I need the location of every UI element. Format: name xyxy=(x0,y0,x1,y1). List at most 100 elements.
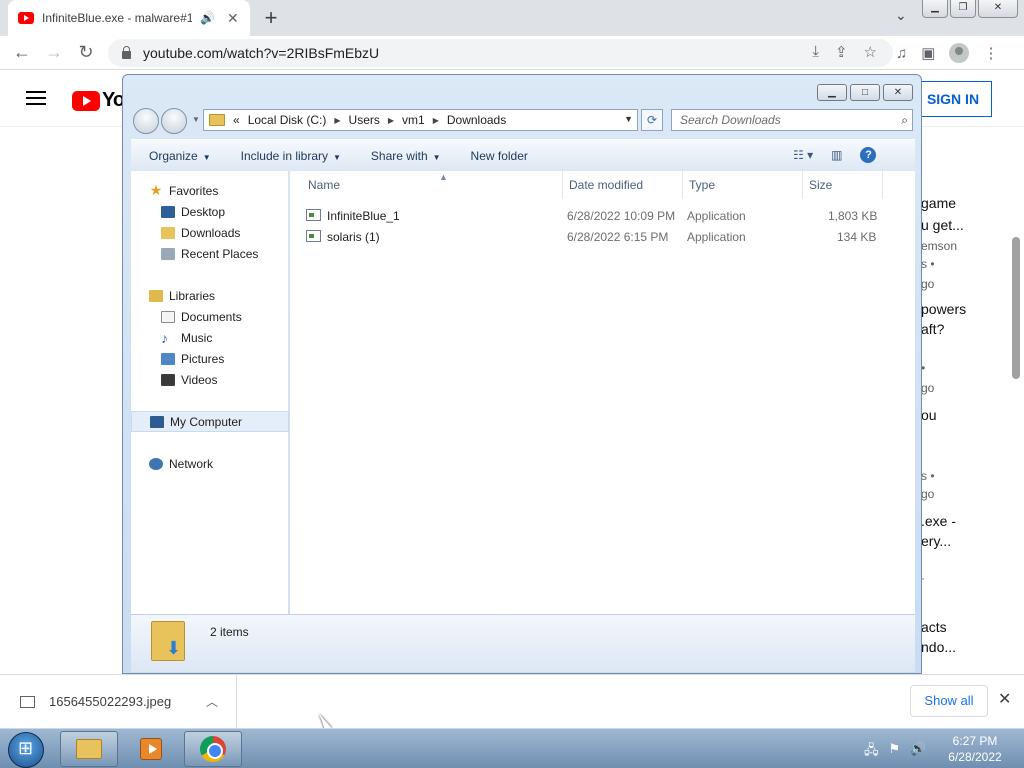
refresh-icon[interactable]: ⟳ xyxy=(641,109,663,131)
address-dropdown-icon[interactable]: ▼ xyxy=(624,114,633,124)
minimize-button[interactable]: ▁ xyxy=(922,0,948,18)
chevron-up-icon[interactable]: ︿ xyxy=(206,693,218,710)
browser-tab[interactable]: InfiniteBlue.exe - malware#1 🔊 ✕ xyxy=(8,0,250,36)
file-size: 1,803 KB xyxy=(828,209,878,223)
share-icon[interactable]: ⇪ xyxy=(835,43,848,61)
nav-my-computer[interactable]: My Computer xyxy=(131,411,289,432)
lock-icon[interactable] xyxy=(122,46,131,59)
nav-libraries[interactable]: Libraries xyxy=(131,285,289,306)
video-title-fragment[interactable]: .exe - xyxy=(921,513,956,529)
breadcrumb-downloads[interactable]: Downloads xyxy=(447,113,506,127)
application-icon xyxy=(306,230,321,242)
new-tab-button[interactable]: + xyxy=(259,5,283,31)
video-title-fragment[interactable]: powers xyxy=(921,301,966,317)
system-clock[interactable]: 6:27 PM 6/28/2022 xyxy=(940,733,1010,765)
nav-downloads-label: Downloads xyxy=(181,225,241,240)
star-icon: ★ xyxy=(149,182,163,198)
search-icon[interactable]: ⌕ xyxy=(901,110,908,130)
address-bar[interactable]: youtube.com/watch?v=2RIBsFmEbzU ⤓ ⇪ ☆ xyxy=(108,39,893,67)
breadcrumb-users[interactable]: Users xyxy=(349,113,380,127)
install-app-icon[interactable]: ⤓ xyxy=(812,43,819,61)
back-arrow-icon[interactable]: ← xyxy=(11,42,33,63)
explorer-minimize-button[interactable]: ▁ xyxy=(817,84,847,101)
nav-recent-places[interactable]: Recent Places xyxy=(131,243,289,264)
nav-documents[interactable]: Documents xyxy=(131,306,289,327)
menu-kebab-icon[interactable]: ⋮ xyxy=(983,44,998,62)
column-header-type[interactable]: Type xyxy=(683,171,803,199)
recent-places-icon xyxy=(161,247,175,260)
column-header-name[interactable]: Name ▲ xyxy=(302,171,563,199)
video-meta-fragment: s • xyxy=(921,469,935,483)
explorer-back-button[interactable] xyxy=(133,108,159,134)
restore-button[interactable]: ❐ xyxy=(950,0,976,18)
new-folder-button[interactable]: New folder xyxy=(471,149,528,163)
side-panel-icon[interactable]: ▣ xyxy=(921,44,935,62)
nav-videos[interactable]: Videos xyxy=(131,369,289,390)
file-name: solaris (1) xyxy=(327,230,380,244)
file-row-infiniteblue[interactable]: InfiniteBlue_1 6/28/2022 10:09 PM Applic… xyxy=(304,206,889,226)
video-title-fragment[interactable]: game xyxy=(921,195,956,211)
share-with-menu[interactable]: Share with ▼ xyxy=(371,149,441,163)
recent-pages-dropdown-icon[interactable]: ▼ xyxy=(192,115,200,124)
video-title-fragment[interactable]: aft? xyxy=(921,321,944,337)
download-item[interactable]: 1656455022293.jpeg ︿ xyxy=(0,675,237,728)
explorer-window: ▁ □ ✕ ▼ « Local Disk (C:) ▶ Users ▶ vm1 … xyxy=(122,74,922,674)
volume-icon[interactable]: 🔊 xyxy=(910,741,926,763)
include-in-library-menu[interactable]: Include in library ▼ xyxy=(241,149,341,163)
help-icon[interactable]: ? xyxy=(860,147,877,163)
nav-favorites[interactable]: ★ Favorites xyxy=(131,180,289,201)
network-tray-icon[interactable]: 🖧 xyxy=(864,741,879,763)
show-all-button[interactable]: Show all xyxy=(910,685,988,717)
bookmark-star-icon[interactable]: ☆ xyxy=(864,43,877,61)
video-title-fragment[interactable]: acts xyxy=(921,619,947,635)
column-header-size[interactable]: Size xyxy=(803,171,883,199)
file-type: Application xyxy=(687,230,746,244)
url-text[interactable]: youtube.com/watch?v=2RIBsFmEbzU xyxy=(143,45,379,61)
video-title-fragment[interactable]: u get... xyxy=(921,217,964,233)
file-row-solaris[interactable]: solaris (1) 6/28/2022 6:15 PM Applicatio… xyxy=(304,227,889,247)
action-center-flag-icon[interactable]: ⚑ xyxy=(889,741,901,763)
reload-icon[interactable]: ↻ xyxy=(75,42,97,63)
tab-close-icon[interactable]: ✕ xyxy=(227,10,239,27)
explorer-forward-button[interactable] xyxy=(161,108,187,134)
preview-pane-icon[interactable]: ▥ xyxy=(831,148,842,162)
video-title-fragment[interactable]: ndo... xyxy=(921,639,956,655)
youtube-logo[interactable]: Yo xyxy=(72,89,125,112)
profile-avatar[interactable] xyxy=(949,43,970,63)
breadcrumb-separator-icon[interactable]: ▶ xyxy=(388,116,394,125)
forward-arrow-icon[interactable]: → xyxy=(43,42,65,63)
explorer-close-button[interactable]: ✕ xyxy=(883,84,913,101)
search-downloads-input[interactable]: Search Downloads ⌕ xyxy=(671,109,913,131)
nav-network[interactable]: Network xyxy=(131,453,289,474)
nav-desktop[interactable]: Desktop xyxy=(131,201,289,222)
page-scrollbar[interactable] xyxy=(1012,237,1020,379)
nav-music[interactable]: ♪ Music xyxy=(131,327,289,348)
organize-menu[interactable]: Organize ▼ xyxy=(149,149,211,163)
search-placeholder: Search Downloads xyxy=(680,113,781,127)
media-controls-icon[interactable]: ♫ xyxy=(896,45,907,62)
breadcrumb-vm1[interactable]: vm1 xyxy=(402,113,425,127)
change-view-icon[interactable]: ☷ ▾ xyxy=(793,148,813,162)
video-title-fragment[interactable]: ou xyxy=(921,407,937,423)
close-shelf-icon[interactable]: ✕ xyxy=(998,689,1011,709)
breadcrumb-separator-icon[interactable]: ▶ xyxy=(334,116,340,125)
video-meta-fragment: go xyxy=(921,381,935,395)
explorer-address-bar[interactable]: « Local Disk (C:) ▶ Users ▶ vm1 ▶ Downlo… xyxy=(203,109,638,131)
column-header-date-modified[interactable]: Date modified xyxy=(563,171,683,199)
video-title-fragment[interactable]: ery... xyxy=(921,533,951,549)
taskbar-media-player-button[interactable] xyxy=(122,731,180,767)
tab-search-chevron-icon[interactable]: ⌄ xyxy=(895,7,907,24)
taskbar-explorer-button[interactable] xyxy=(60,731,118,767)
hamburger-menu-icon[interactable] xyxy=(26,91,46,105)
breadcrumb-local-disk[interactable]: Local Disk (C:) xyxy=(248,113,327,127)
close-button[interactable]: ✕ xyxy=(978,0,1018,18)
nav-downloads[interactable]: Downloads xyxy=(131,222,289,243)
taskbar-chrome-button[interactable] xyxy=(184,731,242,767)
sign-in-button[interactable]: SIGN IN xyxy=(914,81,992,117)
nav-pictures[interactable]: Pictures xyxy=(131,348,289,369)
speaker-icon[interactable]: 🔊 xyxy=(200,11,215,25)
explorer-maximize-button[interactable]: □ xyxy=(850,84,880,101)
start-button[interactable] xyxy=(8,732,44,768)
breadcrumb-prefix[interactable]: « xyxy=(233,113,240,127)
breadcrumb-separator-icon[interactable]: ▶ xyxy=(433,116,439,125)
